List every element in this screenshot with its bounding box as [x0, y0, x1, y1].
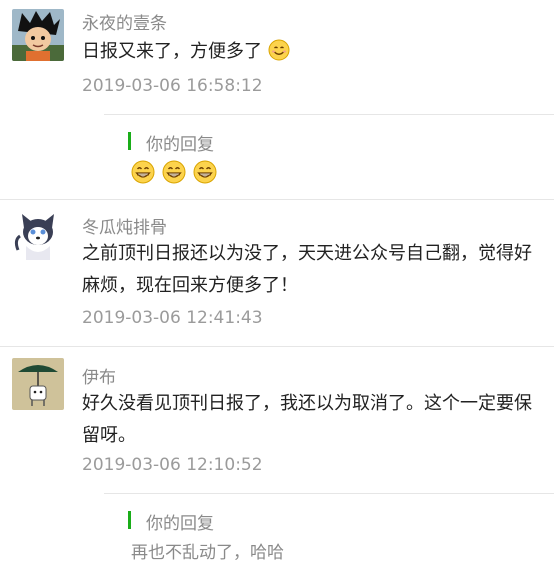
- comment-author: 伊布: [82, 368, 116, 388]
- avatar[interactable]: [12, 210, 64, 262]
- avatar[interactable]: [12, 9, 64, 61]
- comment-text-content: 日报又来了，方便多了: [82, 41, 262, 62]
- reply-text: 再也不乱动了，哈哈: [131, 543, 284, 563]
- comment-timestamp: 2019-03-06 12:41:43: [82, 308, 263, 328]
- comment-text: 好久没看见顶刊日报了，我还以为取消了。这个一定要保留呀。: [82, 393, 532, 446]
- reply-divider: [104, 493, 554, 494]
- reply-accent-bar: [128, 511, 131, 529]
- reply-emojis: [131, 160, 217, 184]
- comment-text: 日报又来了，方便多了: [82, 36, 546, 68]
- avatar[interactable]: [12, 358, 64, 410]
- reply-label: 你的回复: [146, 135, 214, 155]
- reply-accent-bar: [128, 132, 131, 150]
- comment-timestamp: 2019-03-06 12:10:52: [82, 455, 263, 475]
- comment-timestamp: 2019-03-06 16:58:12: [82, 76, 263, 96]
- grinning-face-emoji-icon: [162, 160, 186, 184]
- reply-label: 你的回复: [146, 514, 214, 534]
- grinning-face-emoji-icon: [193, 160, 217, 184]
- comment-item: 永夜的壹条 日报又来了，方便多了 2019-03-06 16:58:12 你的回…: [0, 0, 554, 200]
- grinning-face-emoji-icon: [131, 160, 155, 184]
- comment-author: 永夜的壹条: [82, 14, 167, 34]
- user-avatar-image: [12, 9, 64, 61]
- comment-text: 之前顶刊日报还以为没了，天天进公众号自己翻，觉得好麻烦，现在回来方便多了！: [82, 243, 532, 296]
- user-avatar-image: [12, 358, 64, 410]
- reply-divider: [104, 114, 554, 115]
- comment-item: 伊布 好久没看见顶刊日报了，我还以为取消了。这个一定要保留呀。 2019-03-…: [0, 347, 554, 566]
- smiling-face-emoji-icon: [268, 39, 290, 61]
- user-avatar-image: [12, 210, 64, 262]
- comment-author: 冬瓜炖排骨: [82, 218, 167, 238]
- comment-item: 冬瓜炖排骨 之前顶刊日报还以为没了，天天进公众号自己翻，觉得好麻烦，现在回来方便…: [0, 200, 554, 347]
